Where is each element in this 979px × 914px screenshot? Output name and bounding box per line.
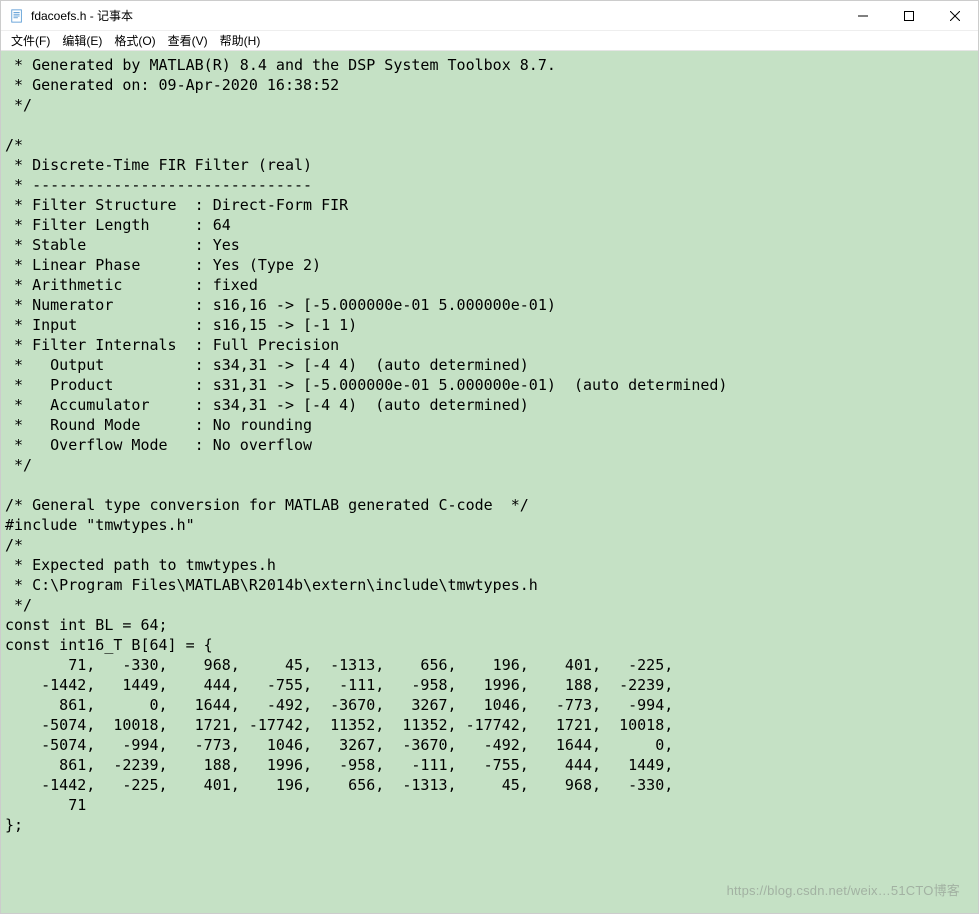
menubar: 文件(F) 编辑(E) 格式(O) 查看(V) 帮助(H) xyxy=(1,31,978,51)
app-icon xyxy=(9,8,25,24)
window-controls xyxy=(840,1,978,30)
watermark: https://blog.csdn.net/weix…51CTO博客 xyxy=(727,880,960,899)
menu-edit[interactable]: 编辑(E) xyxy=(56,32,108,49)
menu-file[interactable]: 文件(F) xyxy=(5,32,56,49)
titlebar: fdacoefs.h - 记事本 xyxy=(1,1,978,31)
menu-help[interactable]: 帮助(H) xyxy=(214,32,267,49)
window-title: fdacoefs.h - 记事本 xyxy=(31,7,840,24)
maximize-button[interactable] xyxy=(886,1,932,30)
minimize-button[interactable] xyxy=(840,1,886,30)
editor-content[interactable]: * Generated by MATLAB(R) 8.4 and the DSP… xyxy=(1,51,978,913)
menu-view[interactable]: 查看(V) xyxy=(162,32,214,49)
menu-format[interactable]: 格式(O) xyxy=(108,32,161,49)
close-button[interactable] xyxy=(932,1,978,30)
